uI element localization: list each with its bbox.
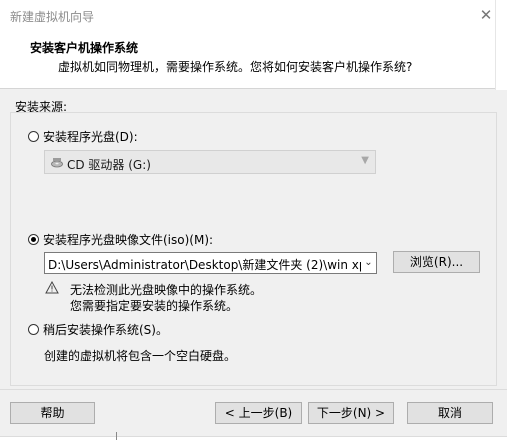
bottom-edge-mark xyxy=(116,432,117,440)
radio-button-iso[interactable] xyxy=(28,234,39,245)
disc-drive-value: CD 驱动器 (G:) xyxy=(67,158,151,172)
warning-line-1: 无法检测此光盘映像中的操作系统。 xyxy=(70,283,263,297)
chevron-down-icon: ▼ xyxy=(361,155,369,166)
back-button[interactable]: < 上一步(B) xyxy=(215,402,302,424)
header-scroll-strip xyxy=(495,0,507,90)
iso-path-combobox[interactable]: D:\Users\Administrator\Desktop\新建文件夹 (2)… xyxy=(44,252,377,274)
window-title: 新建虚拟机向导 xyxy=(10,10,95,24)
disc-drive-dropdown[interactable]: CD 驱动器 (G:) ▼ xyxy=(44,150,376,174)
window-bottom-edge xyxy=(0,436,507,441)
wizard-header: 安装客户机操作系统 虚拟机如同物理机，需要操作系统。您将如何安装客户机操作系统? xyxy=(0,30,496,89)
blank-disk-info: 创建的虚拟机将包含一个空白硬盘。 xyxy=(44,349,237,363)
footer-divider xyxy=(0,389,507,390)
radio-install-iso-label: 安装程序光盘映像文件(iso)(M): xyxy=(43,233,214,247)
close-icon[interactable]: ✕ xyxy=(477,6,495,24)
page-title: 安装客户机操作系统 xyxy=(30,41,139,55)
radio-button-later[interactable] xyxy=(28,324,39,335)
title-bar: 新建虚拟机向导 ✕ xyxy=(0,0,507,30)
disc-icon xyxy=(51,158,63,168)
new-vm-wizard-window: 新建虚拟机向导 ✕ 安装客户机操作系统 虚拟机如同物理机，需要操作系统。您将如何… xyxy=(0,0,507,441)
radio-install-later-label: 稍后安装操作系统(S)。 xyxy=(43,323,168,337)
next-button[interactable]: 下一步(N) > xyxy=(308,402,394,424)
radio-install-disc[interactable]: 安装程序光盘(D): xyxy=(28,128,138,145)
radio-button-disc[interactable] xyxy=(28,131,39,142)
radio-install-later[interactable]: 稍后安装操作系统(S)。 xyxy=(28,321,168,338)
warning-line-2: 您需要指定要安装的操作系统。 xyxy=(70,299,239,313)
page-subtitle: 虚拟机如同物理机，需要操作系统。您将如何安装客户机操作系统? xyxy=(58,60,413,74)
chevron-down-icon[interactable]: ⌄ xyxy=(361,253,376,273)
iso-path-value[interactable]: D:\Users\Administrator\Desktop\新建文件夹 (2)… xyxy=(48,256,376,273)
radio-install-disc-label: 安装程序光盘(D): xyxy=(43,130,138,144)
warning-icon xyxy=(45,281,59,294)
help-button[interactable]: 帮助 xyxy=(10,402,95,424)
radio-install-iso[interactable]: 安装程序光盘映像文件(iso)(M): xyxy=(28,231,213,248)
cancel-button[interactable]: 取消 xyxy=(407,402,493,424)
browse-button[interactable]: 浏览(R)... xyxy=(393,251,480,273)
